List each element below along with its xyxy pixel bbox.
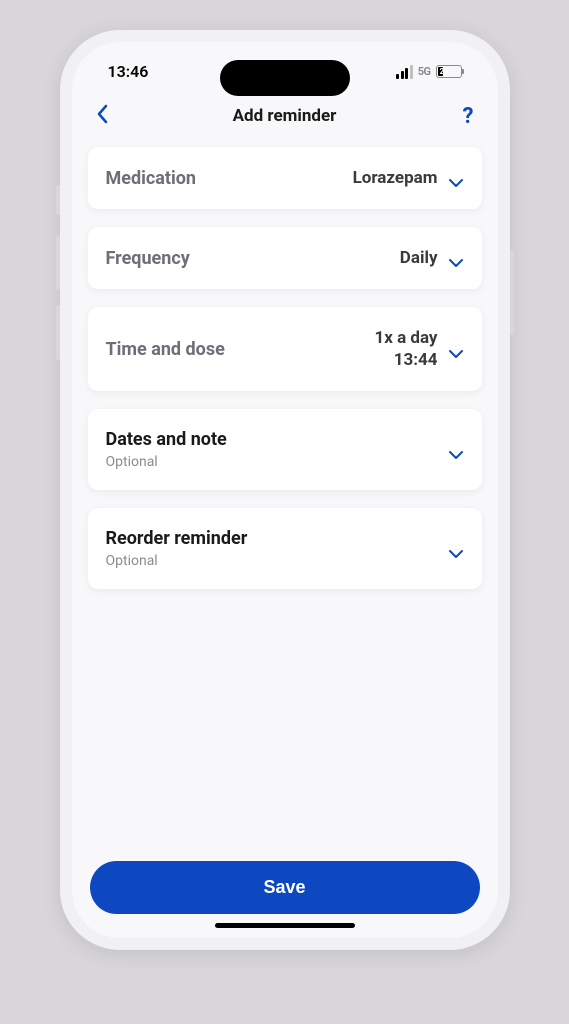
chevron-down-icon (448, 173, 464, 183)
dates-note-sublabel: Optional (106, 454, 227, 470)
back-button[interactable] (96, 103, 120, 129)
dates-note-card[interactable]: Dates and note Optional (88, 409, 482, 490)
medication-card[interactable]: Medication Lorazepam (88, 147, 482, 209)
time-dose-value: 1x a day 13:44 (374, 327, 437, 371)
phone-frame: 13:46 5G 23 Add reminder ? Medication (60, 30, 510, 950)
frequency-value: Daily (400, 247, 438, 269)
save-button[interactable]: Save (90, 861, 480, 914)
frequency-card[interactable]: Frequency Daily (88, 227, 482, 289)
help-button[interactable]: ? (450, 104, 474, 129)
reorder-reminder-card[interactable]: Reorder reminder Optional (88, 508, 482, 589)
content-area: Medication Lorazepam Frequency Daily (72, 147, 498, 845)
signal-icon (396, 65, 413, 79)
dates-note-label: Dates and note (106, 429, 227, 450)
chevron-down-icon (448, 445, 464, 455)
status-time: 13:46 (108, 62, 149, 81)
network-label: 5G (418, 65, 431, 78)
nav-header: Add reminder ? (72, 89, 498, 147)
medication-value: Lorazepam (353, 167, 438, 189)
medication-label: Medication (106, 168, 197, 189)
chevron-down-icon (448, 344, 464, 354)
volume-up-button (56, 235, 60, 290)
page-title: Add reminder (233, 106, 337, 126)
dynamic-island (220, 60, 350, 96)
reorder-sublabel: Optional (106, 553, 248, 569)
home-indicator[interactable] (215, 923, 355, 928)
phone-screen: 13:46 5G 23 Add reminder ? Medication (72, 42, 498, 938)
status-indicators: 5G 23 (396, 65, 461, 79)
reorder-label: Reorder reminder (106, 528, 248, 549)
power-button (510, 250, 514, 335)
battery-icon: 23 (436, 65, 462, 78)
volume-down-button (56, 305, 60, 360)
time-dose-label: Time and dose (106, 339, 225, 360)
chevron-down-icon (448, 544, 464, 554)
chevron-down-icon (448, 253, 464, 263)
silent-switch (56, 185, 60, 215)
frequency-label: Frequency (106, 248, 190, 269)
time-dose-card[interactable]: Time and dose 1x a day 13:44 (88, 307, 482, 391)
